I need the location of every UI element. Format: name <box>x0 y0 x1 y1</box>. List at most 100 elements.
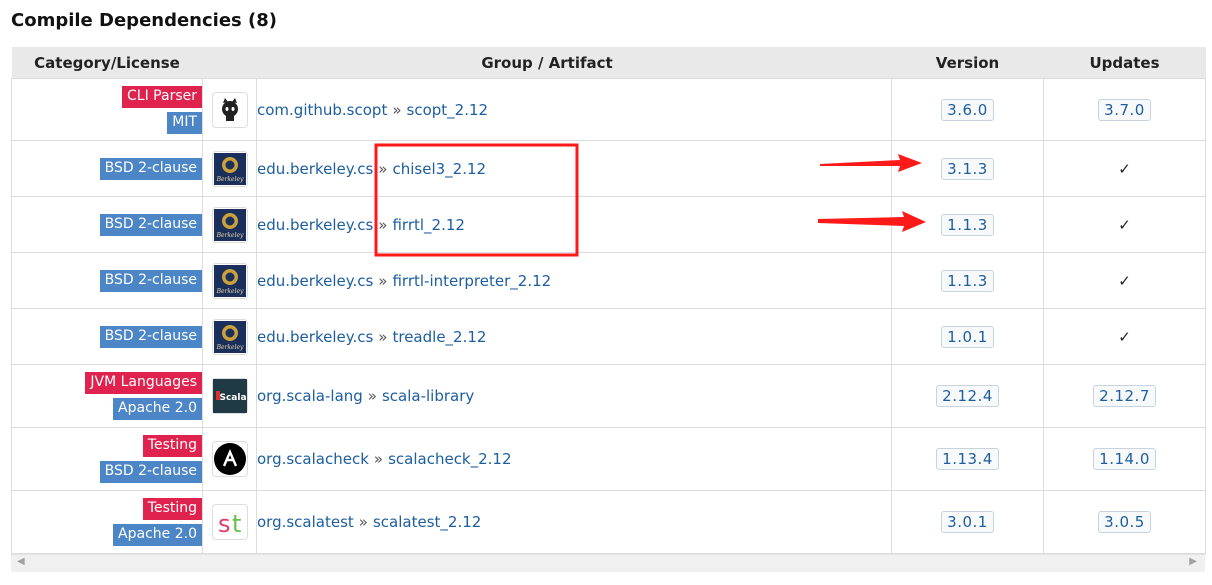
version-cell: 3.0.1 <box>891 490 1045 554</box>
dependencies-table: Category/License Group / Artifact Versio… <box>11 47 1207 554</box>
separator: » <box>392 100 402 119</box>
group-artifact-cell: org.scalacheck» scalacheck_2.12 <box>255 427 893 491</box>
group-link[interactable]: org.scalacheck <box>257 450 369 468</box>
group-link[interactable]: org.scalatest <box>257 513 354 531</box>
version-link[interactable]: 3.0.1 <box>941 511 994 533</box>
version-cell: 3.1.3 <box>891 140 1045 197</box>
version-link[interactable]: 3.6.0 <box>941 98 994 121</box>
category-license-cell: BSD 2-clause <box>11 196 203 253</box>
header-category-license: Category/License <box>11 47 203 79</box>
version-link[interactable]: 2.12.4 <box>936 385 999 407</box>
artifact-link[interactable]: scalatest_2.12 <box>373 513 481 531</box>
license-badge[interactable]: BSD 2-clause <box>99 213 202 236</box>
table-row: Testing Apache 2.0 s t org.scalatest» scalate… <box>11 490 1207 554</box>
scroll-left-arrow-icon[interactable]: ◀ <box>17 556 25 567</box>
category-license-cell: JVM Languages Apache 2.0 <box>11 364 203 428</box>
section-title: Compile Dependencies (8) <box>11 10 278 31</box>
license-badge[interactable]: BSD 2-clause <box>99 157 202 180</box>
updates-cell: 1.14.0 <box>1043 427 1207 491</box>
version-link[interactable]: 1.1.3 <box>941 213 994 236</box>
category-badge[interactable]: JVM Languages <box>85 372 202 394</box>
category-badge[interactable]: Testing <box>142 435 202 457</box>
update-version-link[interactable]: 3.0.5 <box>1098 511 1151 533</box>
up-to-date-check-icon: ✓ <box>1118 215 1131 234</box>
scroll-right-arrow-icon[interactable]: ▶ <box>1189 556 1197 567</box>
berkeley-seal-icon[interactable]: Berkeley <box>211 206 248 243</box>
artifact-link[interactable]: treadle_2.12 <box>392 328 486 346</box>
header-group-artifact: Group / Artifact <box>202 47 892 79</box>
group-artifact-cell: edu.berkeley.cs » firrtl-interpreter_2.12 <box>255 252 893 309</box>
svg-text:Berkeley: Berkeley <box>215 344 243 351</box>
table-row: CLI Parser MIT com.github.scopt » scopt_2.12… <box>11 78 1207 141</box>
updates-cell: ✓ <box>1043 308 1207 365</box>
license-badge[interactable]: Apache 2.0 <box>113 524 202 546</box>
group-link[interactable]: com.github.scopt <box>257 101 387 119</box>
group-link[interactable]: edu.berkeley.cs <box>257 328 373 346</box>
category-badge[interactable]: Testing <box>142 498 202 520</box>
separator: » <box>367 387 377 405</box>
scala-logo-icon[interactable]: Scala <box>211 378 248 414</box>
license-badge[interactable]: MIT <box>167 111 202 134</box>
berkeley-seal-icon[interactable]: Berkeley <box>211 318 248 355</box>
update-version-link[interactable]: 1.14.0 <box>1093 448 1156 470</box>
scalacheck-logo-icon[interactable] <box>211 441 248 477</box>
svg-text:t: t <box>232 510 241 538</box>
license-badge[interactable]: BSD 2-clause <box>99 325 202 348</box>
table-row: BSD 2-clause Berkeley edu.berkeley.cs » firr… <box>11 196 1207 253</box>
logo-cell: Berkeley <box>202 252 257 309</box>
table-row: Testing BSD 2-clause org.scalacheck» scalac… <box>11 427 1207 491</box>
category-badge[interactable]: CLI Parser <box>122 85 202 108</box>
berkeley-seal-icon[interactable]: Berkeley <box>211 262 248 299</box>
artifact-link[interactable]: firrtl_2.12 <box>392 216 464 234</box>
category-license-cell: Testing Apache 2.0 <box>11 490 203 554</box>
category-license-cell: BSD 2-clause <box>11 252 203 309</box>
svg-text:Scala: Scala <box>219 393 246 403</box>
table-row: BSD 2-clause Berkeley edu.berkeley.cs » firr… <box>11 252 1207 309</box>
category-license-cell: Testing BSD 2-clause <box>11 427 203 491</box>
separator: » <box>373 450 384 468</box>
license-badge[interactable]: BSD 2-clause <box>99 461 202 483</box>
group-artifact-cell: org.scalatest» scalatest_2.12 <box>255 490 893 554</box>
berkeley-seal-icon[interactable]: Berkeley <box>211 150 248 187</box>
version-cell: 1.1.3 <box>891 252 1045 309</box>
version-link[interactable]: 1.1.3 <box>941 269 994 292</box>
group-link[interactable]: edu.berkeley.cs <box>257 272 373 290</box>
version-cell: 1.1.3 <box>891 196 1045 253</box>
category-license-cell: BSD 2-clause <box>11 308 203 365</box>
version-link[interactable]: 1.0.1 <box>941 325 994 348</box>
artifact-link[interactable]: chisel3_2.12 <box>392 160 486 178</box>
group-artifact-cell: edu.berkeley.cs » treadle_2.12 <box>255 308 893 365</box>
scalatest-logo-icon[interactable]: st <box>211 504 248 540</box>
version-link[interactable]: 3.1.3 <box>941 157 994 180</box>
logo-cell: Berkeley <box>202 196 257 253</box>
table-row: BSD 2-clause Berkeley edu.berkeley.cs » trea… <box>11 308 1207 365</box>
update-version-link[interactable]: 2.12.7 <box>1093 385 1156 407</box>
header-updates: Updates <box>1043 47 1206 79</box>
group-link[interactable]: edu.berkeley.cs <box>257 160 373 178</box>
license-badge[interactable]: Apache 2.0 <box>113 398 202 420</box>
artifact-link[interactable]: scala-library <box>382 387 474 405</box>
group-link[interactable]: org.scala-lang <box>257 387 363 405</box>
up-to-date-check-icon: ✓ <box>1118 271 1131 290</box>
license-badge[interactable]: BSD 2-clause <box>99 269 202 292</box>
version-cell: 2.12.4 <box>891 364 1045 428</box>
group-artifact-cell: edu.berkeley.cs » chisel3_2.12 <box>255 140 893 197</box>
separator: » <box>378 271 388 290</box>
artifact-link[interactable]: scopt_2.12 <box>407 101 489 119</box>
version-link[interactable]: 1.13.4 <box>936 448 999 470</box>
artifact-link[interactable]: firrtl-interpreter_2.12 <box>392 272 551 290</box>
group-link[interactable]: edu.berkeley.cs <box>257 216 373 234</box>
updates-cell: 3.7.0 <box>1043 78 1207 141</box>
updates-cell: ✓ <box>1043 140 1207 197</box>
github-octocat-icon[interactable] <box>211 91 248 128</box>
logo-cell: st <box>202 490 257 554</box>
version-cell: 1.13.4 <box>891 427 1045 491</box>
group-artifact-cell: org.scala-lang» scala-library <box>255 364 893 428</box>
table-row: JVM Languages Apache 2.0 Scala org.scala-la… <box>11 364 1207 428</box>
table-header-row: Category/License Group / Artifact Versio… <box>11 47 1206 79</box>
update-version-link[interactable]: 3.7.0 <box>1098 98 1151 121</box>
logo-cell: Scala <box>202 364 257 428</box>
horizontal-scrollbar[interactable]: ◀ ▶ <box>11 554 1205 572</box>
artifact-link[interactable]: scalacheck_2.12 <box>388 450 511 468</box>
updates-cell: 3.0.5 <box>1043 490 1207 554</box>
